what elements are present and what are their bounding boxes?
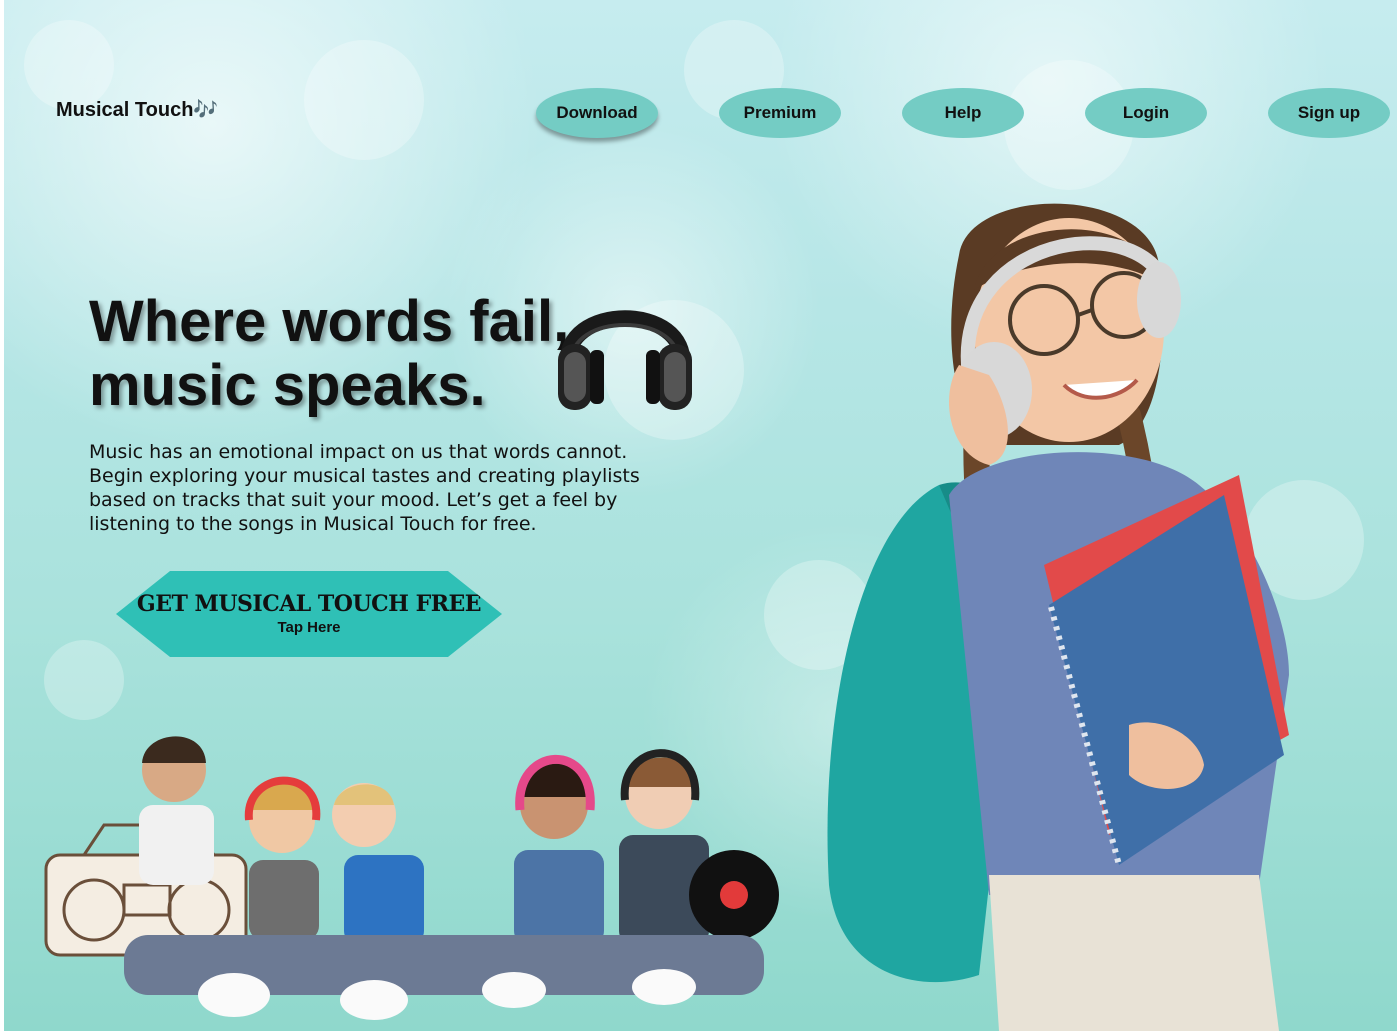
nav-login-button[interactable]: Login [1085,88,1207,138]
brand-logo[interactable]: Musical Touch🎶 [56,97,218,122]
hero-description: Music has an emotional impact on us that… [89,441,640,535]
nav-premium-button[interactable]: Premium [719,88,841,138]
hero-headline-line2: music speaks. [89,353,486,418]
cta-subtitle: Tap Here [277,619,341,636]
kids-group-photo [44,736,779,1020]
nav-signup-button[interactable]: Sign up [1268,88,1390,138]
headphones-icon [558,310,692,410]
girl-with-headphones-photo [827,203,1289,1031]
cta-title: GET MUSICAL TOUCH FREE [136,591,482,617]
hero-headline-line1: Where words fail, [89,289,570,354]
landing-page: Musical Touch🎶 Download Premium Help Log… [4,0,1397,1031]
get-free-button[interactable]: GET MUSICAL TOUCH FREE Tap Here [116,571,502,657]
nav-download-button[interactable]: Download [536,88,658,138]
bokeh-decoration [304,40,424,160]
hero-headline: Where words fail, music speaks. [89,290,569,418]
nav-help-button[interactable]: Help [902,88,1024,138]
bokeh-decoration [44,640,124,720]
